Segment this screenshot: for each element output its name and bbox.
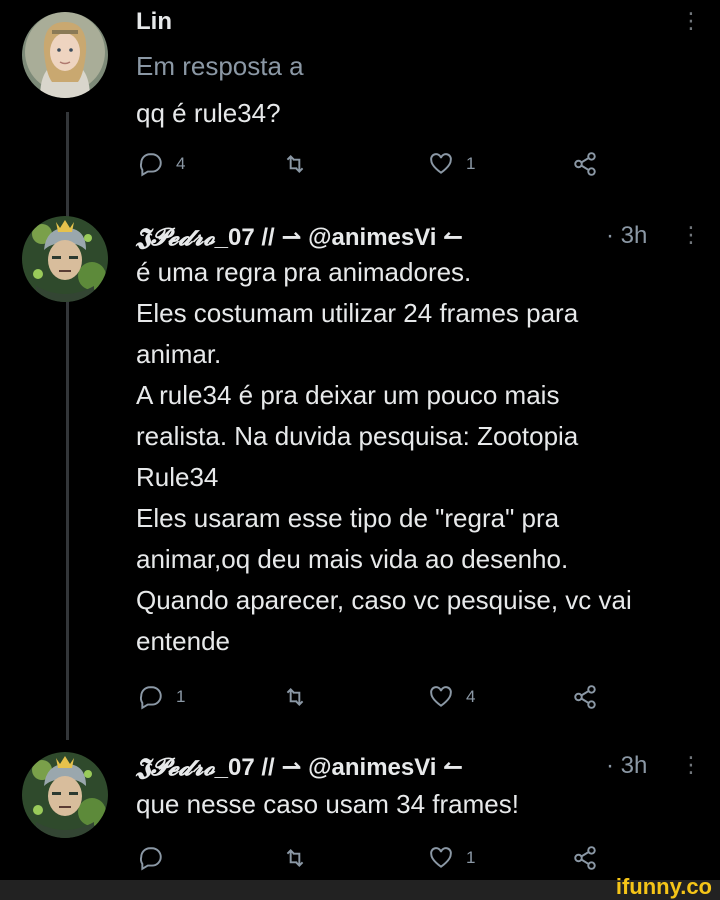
more-icon[interactable]: ⋮ <box>680 754 702 776</box>
avatar-pedro[interactable] <box>22 216 108 302</box>
retweet-icon <box>286 849 304 867</box>
share-button[interactable] <box>572 151 598 177</box>
like-icon <box>430 847 452 868</box>
ifunny-watermark: ifunny.co <box>615 874 712 899</box>
tweet-line: é uma regra pra animadores. <box>136 257 472 287</box>
tweet-line: que nesse caso usam 34 frames! <box>136 789 519 819</box>
reply-button[interactable]: 1 <box>138 684 185 710</box>
author-name-script: 𝕵𝓟𝓮𝓭𝓻𝓸 <box>136 222 215 251</box>
reply-context: Em resposta a <box>136 51 304 81</box>
tweet-actions: 4 1 <box>0 151 720 181</box>
author-name[interactable]: 𝕵𝓟𝓮𝓭𝓻𝓸_07 // ⇀ @animesVi ↼ <box>136 222 463 252</box>
timestamp[interactable]: · 3h <box>606 222 647 250</box>
reply-icon <box>139 153 162 177</box>
reply-button[interactable] <box>138 845 176 871</box>
tweet-line: A rule34 é pra deixar um pouco mais <box>136 380 560 410</box>
like-icon <box>430 153 452 174</box>
tweet-text: é uma regra pra animadores. Eles costuma… <box>136 252 632 662</box>
reply-button[interactable]: 4 <box>138 151 185 177</box>
avatar-pedro[interactable] <box>22 752 108 838</box>
like-count: 4 <box>466 687 476 706</box>
tweet-actions: 1 <box>0 845 720 875</box>
retweet-icon <box>286 688 304 706</box>
share-button[interactable] <box>572 684 598 710</box>
like-button[interactable]: 1 <box>428 151 475 177</box>
share-button[interactable] <box>572 845 598 871</box>
avatar-lin[interactable] <box>22 12 108 98</box>
tweet-line: animar. <box>136 339 222 369</box>
like-button[interactable]: 4 <box>428 684 475 710</box>
timestamp[interactable]: · 3h <box>606 752 647 780</box>
tweet-line: animar,oq deu mais vida ao desenho. <box>136 544 569 574</box>
author-name[interactable]: Lin <box>136 8 172 36</box>
more-icon[interactable]: ⋮ <box>680 10 702 32</box>
author-name-script: 𝕵𝓟𝓮𝓭𝓻𝓸 <box>136 752 215 781</box>
reply-icon <box>139 686 162 710</box>
share-icon <box>574 152 596 176</box>
tweet-line: qq é rule34? <box>136 98 281 128</box>
tweet-text: que nesse caso usam 34 frames! <box>136 784 519 825</box>
tweet-line: Eles costumam utilizar 24 frames para <box>136 298 579 328</box>
like-button[interactable]: 1 <box>428 845 475 871</box>
watermark-bar <box>0 880 720 900</box>
share-icon <box>574 685 596 709</box>
reply-count: 1 <box>176 687 186 706</box>
tweet-line: realista. Na duvida pesquisa: Zootopia <box>136 421 579 451</box>
tweet-line: Eles usaram esse tipo de "regra" pra <box>136 503 560 533</box>
author-name[interactable]: 𝕵𝓟𝓮𝓭𝓻𝓸_07 // ⇀ @animesVi ↼ <box>136 752 463 782</box>
author-name-rest: _07 // ⇀ @animesVi ↼ <box>214 224 464 251</box>
share-icon <box>574 846 596 870</box>
tweet-actions: 1 4 <box>0 684 720 714</box>
retweet-icon <box>286 155 304 173</box>
like-count: 1 <box>466 154 476 173</box>
like-icon <box>430 686 452 707</box>
like-count: 1 <box>466 848 476 867</box>
author-name-rest: _07 // ⇀ @animesVi ↼ <box>214 754 464 781</box>
tweet-line: Quando aparecer, caso vc pesquise, vc va… <box>136 585 632 615</box>
reply-icon <box>139 847 162 871</box>
tweet-line: Rule34 <box>136 462 219 492</box>
tweet-line: entende <box>136 626 230 656</box>
reply-count: 4 <box>176 154 186 173</box>
retweet-button[interactable] <box>282 151 308 177</box>
more-icon[interactable]: ⋮ <box>680 224 702 246</box>
tweet-text: qq é rule34? <box>136 93 281 134</box>
thread-connector <box>66 300 69 740</box>
retweet-button[interactable] <box>282 845 308 871</box>
retweet-button[interactable] <box>282 684 308 710</box>
